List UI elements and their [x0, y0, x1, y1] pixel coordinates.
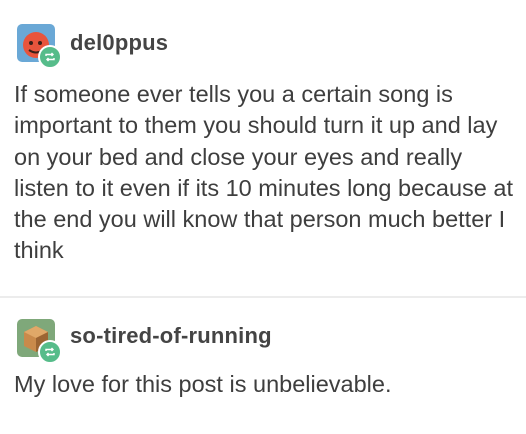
post-del0ppus: del0ppus If someone ever tells you a cer… — [0, 0, 526, 296]
username[interactable]: del0ppus — [70, 30, 168, 56]
username[interactable]: so-tired-of-running — [70, 323, 272, 349]
post-body: My love for this post is unbelievable. — [14, 371, 392, 397]
reblog-icon — [38, 340, 62, 364]
post-body: If someone ever tells you a certain song… — [14, 81, 514, 264]
post-so-tired-of-running: so-tired-of-running My love for this pos… — [0, 298, 526, 434]
avatar[interactable] — [17, 24, 62, 69]
avatar[interactable] — [17, 319, 62, 364]
reblog-icon — [38, 45, 62, 69]
